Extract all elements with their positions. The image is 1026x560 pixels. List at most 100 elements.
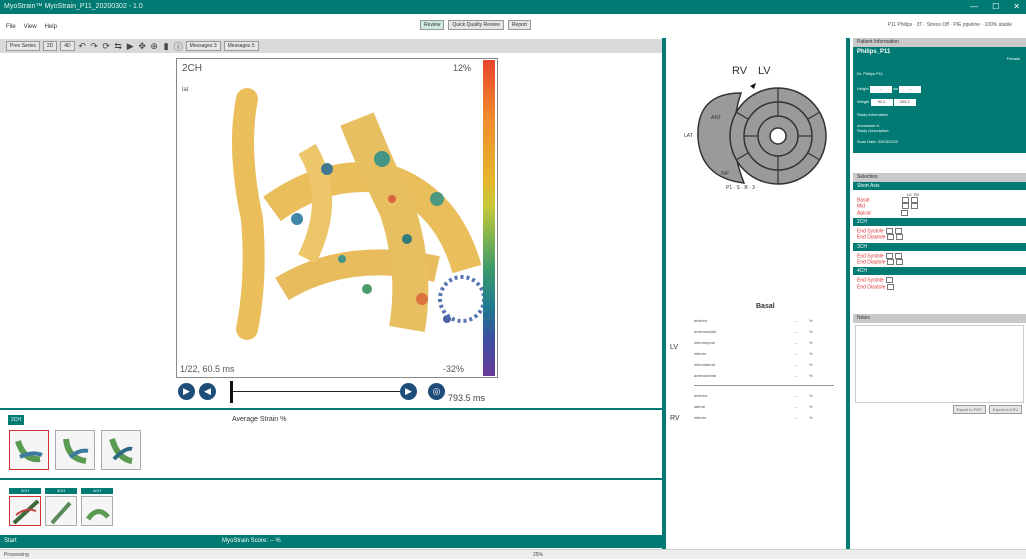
table-row: inferolateral --%: [694, 362, 813, 367]
max-scale-label: 12%: [453, 63, 472, 73]
menu-bar: File View Help: [0, 24, 57, 34]
timeline-track[interactable]: [230, 391, 416, 392]
strain-image-viewer[interactable]: 2CH lat 12% -32% 1/22, 60.5 ms: [176, 58, 498, 378]
strain-map-image: [232, 88, 486, 340]
physician: Dr. Philips P11: [857, 71, 883, 76]
ch3-header: 3CH: [853, 242, 1026, 251]
inf-label: INF: [721, 171, 730, 177]
frame-label: 1/22, 60.5 ms: [180, 364, 235, 374]
average-strain-title: Average Strain %: [232, 416, 287, 423]
2ch-es-checkbox[interactable]: [885, 227, 893, 234]
viewer-toolbar: Prev Series 2D 4D ↶ ↷ ⟳ ⇆ ▶ ✥ ⊕ ▮ ⓘ Mess…: [0, 39, 662, 53]
flip-icon[interactable]: ⇆: [114, 41, 123, 52]
4ch-es-checkbox[interactable]: [885, 277, 893, 284]
table-row: lateral --%: [694, 404, 813, 409]
table-row: inferior --%: [694, 351, 813, 356]
view-2d-button[interactable]: 2D: [42, 41, 58, 51]
2ch-ed-checkbox[interactable]: [887, 234, 895, 241]
table-row: inferior --%: [694, 415, 813, 420]
3ch-ed-rv-checkbox[interactable]: [896, 258, 904, 265]
strain-colorbar: [483, 60, 495, 376]
patient-gender: Female: [1006, 56, 1020, 61]
export-pdf-button[interactable]: Export to PDF: [952, 404, 986, 414]
end-time-label: 793.5 ms: [448, 393, 486, 403]
lv-segments-label: LV: [670, 344, 679, 351]
redo-icon[interactable]: ↷: [90, 41, 99, 52]
patient-info-header: Patient Information: [853, 38, 1026, 47]
quality-review-button[interactable]: Quick Quality Review: [448, 20, 504, 30]
menu-view[interactable]: View: [24, 24, 37, 34]
start-label: Start: [4, 538, 17, 544]
height-in-field[interactable]: --: [899, 86, 922, 93]
patient-info-section: Philips_P11 Female Dr. Philips P11 Heigh…: [853, 47, 1026, 153]
menu-file[interactable]: File: [6, 24, 16, 34]
apical-lv-checkbox[interactable]: [900, 209, 908, 216]
3ch-es-checkbox[interactable]: [885, 252, 893, 259]
window-title: MyoStrain™ MyoStrain_P11_20200302 - 1.0: [4, 3, 143, 10]
myostrain-score: MyoStrain Score: -- %: [222, 538, 281, 544]
rv-segments-label: RV: [670, 415, 680, 422]
table-row: anteroseptal --%: [694, 329, 813, 334]
minimize-icon[interactable]: —: [970, 0, 978, 14]
export-csv-button[interactable]: Export to CSV: [988, 404, 1022, 414]
tab-thumbnail-4ch[interactable]: [81, 496, 113, 526]
rotate-icon[interactable]: ⟳: [102, 41, 111, 52]
mid-rv-checkbox[interactable]: [911, 203, 919, 210]
messages-5-button[interactable]: Messages 5: [223, 41, 259, 51]
short-axis-header: Short Axis: [853, 182, 1026, 190]
playback-controls: ▶ ◀ ▶ ◎ 793.5 ms: [178, 381, 498, 405]
prev-series-button[interactable]: Prev Series: [6, 41, 40, 51]
step-back-icon[interactable]: ◀: [199, 383, 216, 400]
play-toolbar-icon[interactable]: ▶: [126, 41, 135, 52]
status-left: Processing: [4, 552, 29, 558]
3ch-es-rv-checkbox[interactable]: [894, 252, 902, 259]
2ch-es-rv-checkbox[interactable]: [894, 227, 902, 234]
thumbnail-2ch-3[interactable]: [101, 430, 141, 470]
thumbnail-2ch-1[interactable]: [9, 430, 49, 470]
notes-textarea[interactable]: [855, 324, 1024, 403]
height-cm-field[interactable]: --: [869, 86, 892, 93]
bullseye-panel: RV LV ANT LAT INF P1 · S · B · 3 ·: [666, 38, 846, 548]
basal-lv-checkbox[interactable]: [901, 197, 909, 203]
messages-3-button[interactable]: Messages 3: [185, 41, 221, 51]
mid-lv-checkbox[interactable]: [902, 203, 910, 210]
view-thumbnails: [9, 496, 113, 526]
scan-date: 03/03/2020: [877, 139, 898, 144]
tab-4ch[interactable]: 4CH: [81, 488, 113, 494]
close-icon[interactable]: ✕: [1013, 0, 1020, 14]
ant-label: ANT: [711, 115, 721, 121]
report-mode-button[interactable]: Report: [507, 20, 531, 30]
3ch-ed-checkbox[interactable]: [887, 258, 895, 265]
tab-thumbnail-3ch[interactable]: [45, 496, 77, 526]
notes-header: Notes: [853, 313, 1026, 323]
bookmark-icon[interactable]: ▮: [162, 41, 171, 52]
bullseye-diagram: [697, 83, 827, 185]
weight-kg-field[interactable]: 92.2: [870, 99, 893, 106]
maximize-icon[interactable]: ☐: [992, 0, 999, 14]
ch2-header: 2CH: [853, 217, 1026, 226]
review-mode-button[interactable]: Review: [420, 20, 445, 30]
4ch-ed-checkbox[interactable]: [887, 283, 895, 290]
pan-icon[interactable]: ✥: [138, 41, 147, 52]
loop-icon[interactable]: ◎: [428, 383, 445, 400]
view-tabs: 2CH 3CH 4CH: [9, 488, 113, 494]
lat-label: LAT: [684, 133, 693, 139]
menu-help[interactable]: Help: [45, 24, 57, 34]
view-4d-button[interactable]: 4D: [60, 41, 75, 51]
tab-2ch[interactable]: 2CH: [9, 488, 41, 494]
info-icon[interactable]: ⓘ: [174, 40, 183, 53]
step-forward-icon[interactable]: ▶: [400, 383, 417, 400]
timeline-handle[interactable]: [230, 381, 233, 403]
table-row: inferoseptal --%: [694, 340, 813, 345]
tab-thumbnail-2ch[interactable]: [9, 496, 41, 526]
basal-rv-checkbox[interactable]: [910, 197, 918, 203]
orientation-label: lat: [182, 87, 189, 93]
play-icon[interactable]: ▶: [178, 383, 195, 400]
undo-icon[interactable]: ↶: [78, 41, 87, 52]
zoom-icon[interactable]: ⊕: [150, 41, 159, 52]
2ch-ed-rv-checkbox[interactable]: [896, 234, 904, 241]
table-row: anterolateral --%: [694, 373, 813, 378]
thumbnail-2ch-2[interactable]: [55, 430, 95, 470]
tab-3ch[interactable]: 3CH: [45, 488, 77, 494]
weight-lbs-field[interactable]: 203.2: [893, 99, 916, 106]
